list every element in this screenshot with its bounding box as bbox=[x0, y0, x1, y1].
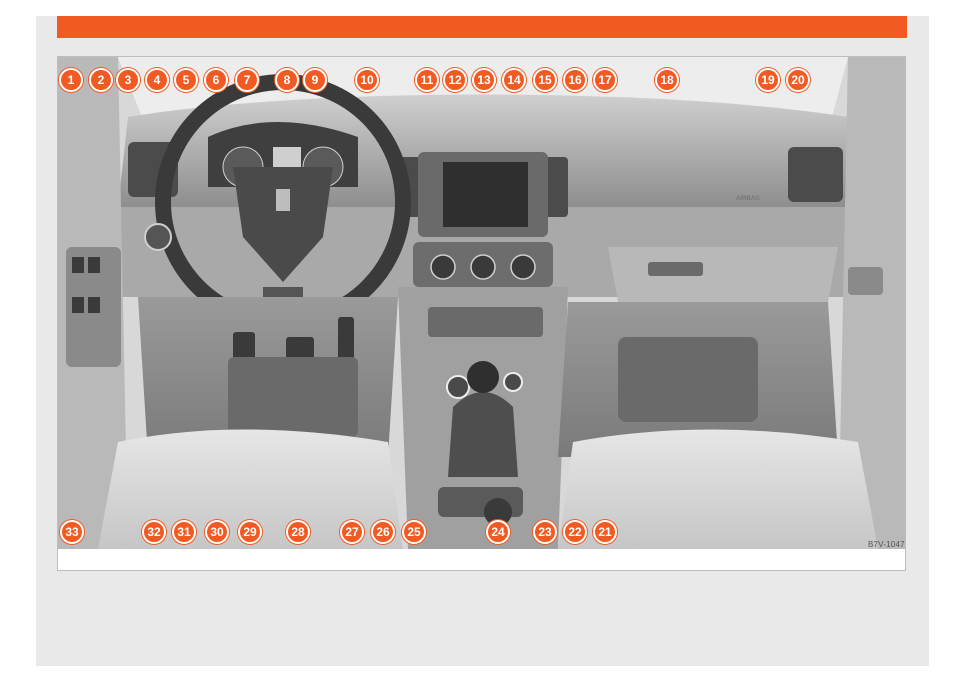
window-switch bbox=[88, 257, 100, 273]
callout-2: 2 bbox=[89, 68, 113, 92]
callout-11: 11 bbox=[415, 68, 439, 92]
start-stop-button bbox=[446, 375, 470, 399]
callout-31: 31 bbox=[172, 520, 196, 544]
light-switch-knob bbox=[144, 223, 172, 251]
callout-16: 16 bbox=[563, 68, 587, 92]
window-switch bbox=[88, 297, 100, 313]
callout-21: 21 bbox=[593, 520, 617, 544]
infotainment-screen bbox=[443, 162, 528, 227]
callout-1: 1 bbox=[59, 68, 83, 92]
steering-wheel-logo bbox=[276, 189, 290, 211]
callout-19: 19 bbox=[756, 68, 780, 92]
climate-knob-center bbox=[470, 254, 496, 280]
callout-12: 12 bbox=[443, 68, 467, 92]
callout-23: 23 bbox=[533, 520, 557, 544]
callout-4: 4 bbox=[145, 68, 169, 92]
callout-18: 18 bbox=[655, 68, 679, 92]
callout-3: 3 bbox=[116, 68, 140, 92]
callout-25: 25 bbox=[402, 520, 426, 544]
callout-24: 24 bbox=[486, 520, 510, 544]
console-button bbox=[503, 372, 523, 392]
glovebox-handle bbox=[648, 262, 703, 276]
callout-30: 30 bbox=[205, 520, 229, 544]
callout-29: 29 bbox=[238, 520, 262, 544]
callout-26: 26 bbox=[371, 520, 395, 544]
driver-floor-mat bbox=[228, 357, 358, 437]
passenger-dash-panel bbox=[608, 247, 838, 302]
console-button-strip bbox=[428, 307, 543, 337]
clutch-pedal bbox=[233, 332, 255, 360]
figure-code: B7V-1047 bbox=[868, 540, 905, 549]
gear-shift-knob bbox=[467, 361, 499, 393]
callout-32: 32 bbox=[142, 520, 166, 544]
dashboard-illustration: AIRBAG bbox=[58, 57, 905, 549]
callout-17: 17 bbox=[593, 68, 617, 92]
airbag-label: AIRBAG bbox=[736, 196, 760, 202]
callout-20: 20 bbox=[786, 68, 810, 92]
callout-15: 15 bbox=[533, 68, 557, 92]
callout-22: 22 bbox=[563, 520, 587, 544]
right-air-vent bbox=[788, 147, 843, 202]
callout-7: 7 bbox=[235, 68, 259, 92]
callout-6: 6 bbox=[204, 68, 228, 92]
gear-shift-boot bbox=[448, 392, 518, 477]
header-accent-bar bbox=[57, 16, 907, 38]
callout-27: 27 bbox=[340, 520, 364, 544]
callout-13: 13 bbox=[472, 68, 496, 92]
climate-knob-left bbox=[430, 254, 456, 280]
callout-5: 5 bbox=[174, 68, 198, 92]
callout-14: 14 bbox=[502, 68, 526, 92]
passenger-floor-mat bbox=[618, 337, 758, 422]
callout-33: 33 bbox=[60, 520, 84, 544]
callout-10: 10 bbox=[355, 68, 379, 92]
callout-28: 28 bbox=[286, 520, 310, 544]
climate-knob-right bbox=[510, 254, 536, 280]
right-door-switch bbox=[848, 267, 883, 295]
callout-8: 8 bbox=[275, 68, 299, 92]
callout-9: 9 bbox=[303, 68, 327, 92]
window-switch bbox=[72, 297, 84, 313]
window-switch bbox=[72, 257, 84, 273]
